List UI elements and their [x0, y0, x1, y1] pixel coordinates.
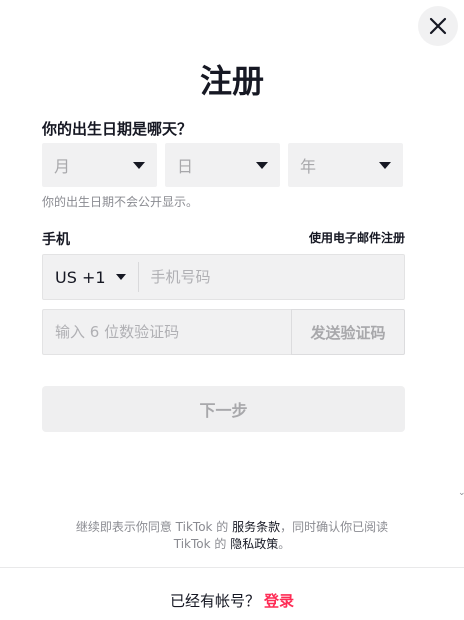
- caret-down-icon: [379, 161, 391, 169]
- privacy-policy-link[interactable]: 隐私政策: [230, 537, 278, 551]
- terms-suffix: 。: [278, 537, 291, 551]
- country-code-value: US +1: [55, 267, 106, 287]
- month-select-value: 月: [54, 157, 71, 176]
- birthday-label: 你的出生日期是哪天？: [42, 120, 193, 138]
- terms-prefix: 继续即表示你同意 TikTok 的: [75, 520, 233, 534]
- day-select-value: 日: [177, 157, 194, 176]
- terms-text: 继续即表示你同意 TikTok 的 服务条款，同时确认你已阅读 TikTok 的…: [0, 519, 464, 553]
- birthday-hint: 你的出生日期不会公开显示。: [42, 195, 199, 209]
- have-account-text: 已经有帐号？: [169, 592, 260, 610]
- phone-field: US +1: [42, 254, 405, 300]
- caret-down-icon: [256, 161, 268, 169]
- close-icon: [429, 17, 447, 35]
- page-title: 注册: [199, 62, 264, 100]
- close-button[interactable]: [418, 6, 458, 46]
- caret-down-icon: [115, 274, 126, 280]
- month-select[interactable]: 月: [42, 143, 157, 187]
- birthday-selects: 月 日 年: [42, 143, 403, 187]
- country-code-select[interactable]: US +1: [43, 255, 138, 299]
- year-select[interactable]: 年: [288, 143, 403, 187]
- next-button[interactable]: 下一步: [42, 386, 405, 432]
- terms-line2-prefix: TikTok 的: [173, 537, 231, 551]
- phone-input[interactable]: [138, 255, 404, 299]
- send-code-button[interactable]: 发送验证码: [291, 309, 405, 355]
- caret-down-icon: [133, 161, 145, 169]
- verification-code-input[interactable]: [42, 309, 291, 355]
- email-signup-link[interactable]: 使用电子邮件注册: [309, 229, 405, 246]
- terms-middle: ，同时确认你已阅读: [280, 520, 389, 534]
- footer-divider: [0, 567, 464, 568]
- verification-code-field: 发送验证码: [42, 309, 405, 355]
- scroll-chevron-icon: ⌄: [458, 488, 464, 498]
- year-select-value: 年: [300, 157, 317, 176]
- footer: 已经有帐号？ 登录: [0, 590, 464, 611]
- phone-label: 手机: [42, 232, 70, 248]
- terms-of-service-link[interactable]: 服务条款: [232, 520, 280, 534]
- day-select[interactable]: 日: [165, 143, 280, 187]
- login-link[interactable]: 登录: [264, 592, 294, 610]
